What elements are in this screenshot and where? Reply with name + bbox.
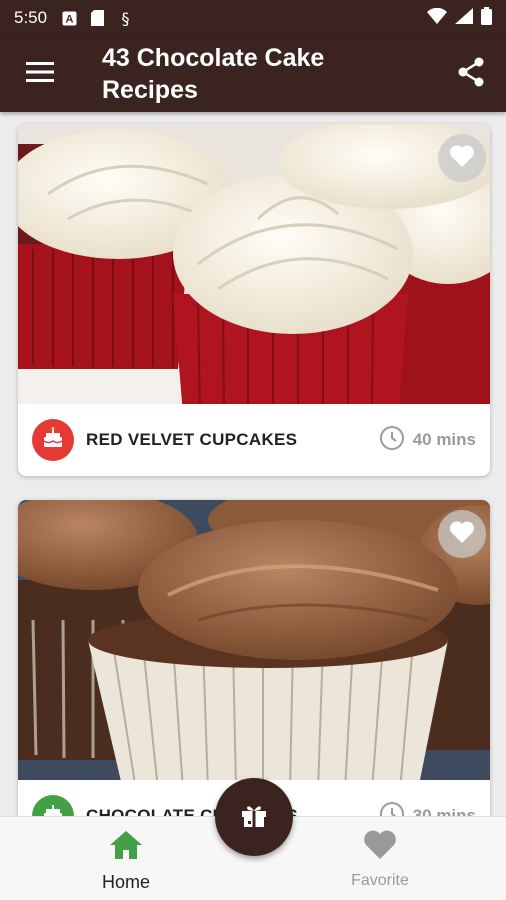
cook-time-value: 30 mins <box>412 806 476 816</box>
nav-favorite[interactable]: Favorite <box>320 829 440 890</box>
cook-time-value: 40 mins <box>412 430 476 449</box>
app-bar: 43 Chocolate Cake Recipes <box>0 36 506 112</box>
notification-a-icon: A <box>61 10 77 26</box>
cook-time: 40 mins <box>379 425 476 456</box>
svg-text:§: § <box>121 10 129 26</box>
recipe-title: RED VELVET CUPCAKES <box>86 430 298 449</box>
nav-home[interactable]: Home <box>66 829 186 893</box>
favorite-button[interactable] <box>438 510 486 558</box>
recipe-footer: RED VELVET CUPCAKES 40 mins <box>18 404 490 476</box>
signal-icon <box>455 7 473 29</box>
category-badge <box>32 419 74 461</box>
nav-favorite-label: Favorite <box>351 872 409 889</box>
clock-icon <box>379 801 405 816</box>
home-icon <box>108 831 144 865</box>
heart-icon <box>449 144 475 173</box>
svg-text:A: A <box>65 13 73 25</box>
status-time: 5:50 <box>14 8 48 27</box>
cook-time: 30 mins <box>379 801 476 816</box>
battery-icon <box>481 6 492 30</box>
recipe-image-chocolate-cupcakes[interactable] <box>18 500 490 780</box>
menu-icon <box>26 61 54 87</box>
clock-icon <box>379 425 405 456</box>
data-saver-icon: § <box>117 10 133 26</box>
menu-button[interactable] <box>0 36 80 112</box>
cake-icon <box>41 426 65 455</box>
recipe-card[interactable]: RED VELVET CUPCAKES 40 mins <box>18 124 490 476</box>
status-right <box>427 6 492 30</box>
app-title: 43 Chocolate Cake Recipes <box>102 44 325 104</box>
gift-icon <box>240 802 268 833</box>
share-button[interactable] <box>436 36 506 112</box>
wifi-icon <box>427 7 447 29</box>
favorite-button[interactable] <box>438 134 486 182</box>
sim-card-icon <box>89 10 105 26</box>
share-icon <box>457 57 485 92</box>
category-badge <box>32 795 74 816</box>
recipe-image-red-velvet-cupcakes[interactable] <box>18 124 490 404</box>
recipe-list[interactable]: RED VELVET CUPCAKES 40 mins CHOCOLATE CU… <box>0 112 506 816</box>
heart-icon <box>449 520 475 549</box>
status-bar: 5:50 A § <box>0 0 506 36</box>
gift-fab-button[interactable] <box>215 778 293 856</box>
nav-home-label: Home <box>101 872 150 892</box>
cake-icon <box>41 802 65 816</box>
heart-icon <box>362 830 398 865</box>
recipe-card[interactable]: CHOCOLATE CUPCAKES 30 mins <box>18 500 490 816</box>
